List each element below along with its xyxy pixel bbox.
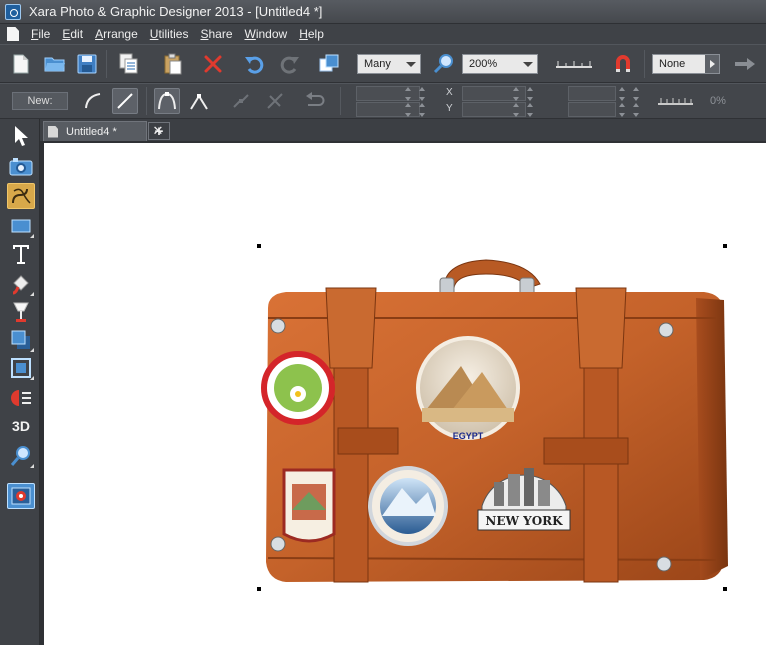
height-step-spinner[interactable] [418, 102, 426, 118]
rectangle-tool-icon[interactable] [7, 213, 35, 239]
contour-tool-icon[interactable] [7, 355, 35, 381]
cusp-point-icon[interactable] [186, 88, 212, 114]
selector-tool-icon[interactable] [7, 123, 35, 149]
3d-extrude-tool-icon[interactable]: 3D [7, 413, 35, 439]
angle-field[interactable] [568, 86, 616, 101]
arrow-right-icon[interactable] [732, 51, 758, 77]
new-shape-label[interactable]: New: [12, 92, 68, 110]
shape-editor-tool-icon[interactable] [7, 183, 35, 209]
menu-bar: File Edit Arrange Utilities Share Window… [0, 24, 766, 44]
new-tab-button[interactable]: + [148, 122, 170, 140]
open-folder-icon[interactable] [42, 51, 68, 77]
window-title: Xara Photo & Graphic Designer 2013 - [Un… [29, 4, 323, 19]
sticker-mountains [368, 466, 448, 546]
feather-combo[interactable]: None [652, 54, 720, 74]
x-step-spinner[interactable] [526, 86, 534, 102]
y-step-spinner[interactable] [526, 102, 534, 118]
y-label: Y [446, 103, 453, 114]
angle-spinner[interactable] [618, 86, 626, 102]
menu-share[interactable]: Share [200, 27, 232, 41]
delete-point-icon[interactable] [262, 88, 288, 114]
undo-icon[interactable] [242, 51, 268, 77]
main-toolbar: Many 200% None [0, 44, 766, 83]
transparency-value: 0% [710, 95, 726, 107]
curve-icon[interactable] [80, 88, 106, 114]
redo-icon[interactable] [276, 51, 302, 77]
photo-tool-icon[interactable] [7, 153, 35, 179]
live-effects-tool-icon[interactable] [7, 483, 35, 509]
snap-magnet-icon[interactable] [610, 51, 636, 77]
new-document-icon[interactable] [8, 51, 34, 77]
tab-label: Untitled4 * [66, 125, 117, 138]
transparency-tool-icon[interactable] [7, 299, 35, 325]
tab-untitled4[interactable]: Untitled4 * ✕ [43, 121, 163, 141]
width-step-spinner[interactable] [418, 86, 426, 102]
smooth-point-icon[interactable] [154, 88, 180, 114]
menu-edit[interactable]: Edit [62, 27, 83, 41]
toolbox: 3D [0, 119, 40, 645]
sticker-newyork-label: NEW YORK [485, 514, 563, 528]
document-tab-strip: Untitled4 * ✕ + [40, 119, 766, 141]
line-width-field[interactable] [568, 102, 616, 117]
app-icon[interactable] [5, 3, 21, 20]
width-spinner[interactable] [404, 86, 412, 102]
transparency-slider[interactable] [656, 88, 696, 114]
selection-combo[interactable]: Many [357, 54, 421, 74]
menu-utilities[interactable]: Utilities [150, 27, 189, 41]
straight-line-icon[interactable] [112, 88, 138, 114]
break-point-icon[interactable] [228, 88, 254, 114]
fill-tool-icon[interactable] [7, 271, 35, 297]
sticker-egypt-label: EGYPT [453, 431, 484, 441]
height-spinner[interactable] [404, 102, 412, 118]
menu-arrange[interactable]: Arrange [95, 27, 138, 41]
text-tool-icon[interactable] [7, 241, 35, 267]
document-icon[interactable] [7, 27, 19, 41]
blend-tool-icon[interactable] [7, 385, 35, 411]
reverse-path-icon[interactable] [302, 88, 328, 114]
ruler-icon[interactable] [552, 51, 596, 77]
transform-icon[interactable] [316, 51, 342, 77]
save-icon[interactable] [74, 51, 100, 77]
paste-icon[interactable] [160, 51, 186, 77]
delete-icon[interactable] [200, 51, 226, 77]
shadow-tool-icon[interactable] [7, 327, 35, 353]
line-width-spinner[interactable] [618, 102, 626, 118]
x-label: X [446, 87, 453, 98]
suitcase-photo[interactable]: EGYPT NEW YORK [256, 248, 730, 593]
menu-window[interactable]: Window [245, 27, 288, 41]
copy-icon[interactable] [116, 51, 142, 77]
line-width-step-spinner[interactable] [632, 102, 640, 118]
sticker-badge [282, 468, 336, 543]
sticker-egypt: EGYPT [416, 336, 520, 441]
menu-help[interactable]: Help [299, 27, 324, 41]
zoom-tool-left-icon[interactable] [7, 443, 35, 469]
y-position-spinner[interactable] [512, 102, 520, 118]
tab-document-icon [48, 125, 58, 138]
x-position-spinner[interactable] [512, 86, 520, 102]
zoom-combo[interactable]: 200% [462, 54, 538, 74]
title-bar: Xara Photo & Graphic Designer 2013 - [Un… [0, 0, 766, 24]
zoom-tool-icon[interactable] [431, 51, 457, 77]
info-bar: New: X Y 0% [0, 83, 766, 119]
sticker-flower [261, 351, 335, 425]
menu-file[interactable]: File [31, 27, 50, 41]
angle-step-spinner[interactable] [632, 86, 640, 102]
